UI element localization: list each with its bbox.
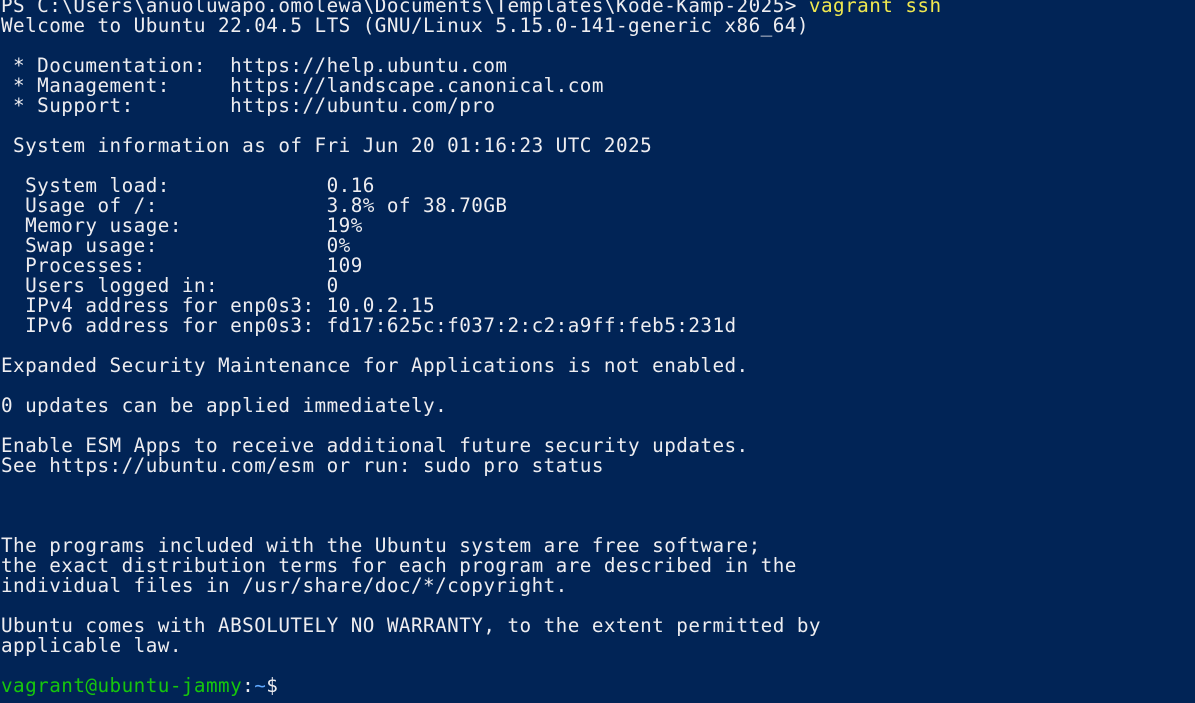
terminal-window[interactable]: PS C:\Users\anuoluwapo.omolewa\Documents… <box>0 0 1195 703</box>
shell-prompt-line[interactable]: vagrant@ubuntu-jammy:~$ <box>1 676 942 696</box>
license-message: the exact distribution terms for each pr… <box>1 554 797 577</box>
documentation-link-line: * Documentation: https://help.ubuntu.com <box>1 54 508 77</box>
sysinfo-row: System load: 0.16 <box>1 174 375 197</box>
license-message: individual files in /usr/share/doc/*/cop… <box>1 574 568 597</box>
warranty-message: applicable law. <box>1 634 182 657</box>
sysinfo-row: Swap usage: 0% <box>1 234 351 257</box>
terminal-output: PS C:\Users\anuoluwapo.omolewa\Documents… <box>1 0 942 696</box>
sysinfo-row: Memory usage: 19% <box>1 214 363 237</box>
prompt-symbol: $ <box>266 674 291 697</box>
esm-apps-message: See https://ubuntu.com/esm or run: sudo … <box>1 454 604 477</box>
sysinfo-row: Usage of /: 3.8% of 38.70GB <box>1 194 508 217</box>
welcome-message: Welcome to Ubuntu 22.04.5 LTS (GNU/Linux… <box>1 14 809 37</box>
support-link-line: * Support: https://ubuntu.com/pro <box>1 94 496 117</box>
sysinfo-row: IPv4 address for enp0s3: 10.0.2.15 <box>1 294 436 317</box>
sysinfo-row: IPv6 address for enp0s3: fd17:625c:f037:… <box>1 314 737 337</box>
sysinfo-row: Processes: 109 <box>1 254 363 277</box>
esm-message: Expanded Security Maintenance for Applic… <box>1 354 749 377</box>
warranty-message: Ubuntu comes with ABSOLUTELY NO WARRANTY… <box>1 614 821 637</box>
license-message: The programs included with the Ubuntu sy… <box>1 534 761 557</box>
powershell-command: vagrant ssh <box>808 0 942 17</box>
management-link-line: * Management: https://landscape.canonica… <box>1 74 604 97</box>
prompt-path: ~ <box>254 674 267 697</box>
esm-apps-message: Enable ESM Apps to receive additional fu… <box>1 434 749 457</box>
sysinfo-heading: System information as of Fri Jun 20 01:1… <box>1 134 653 157</box>
prompt-colon: : <box>242 674 255 697</box>
sysinfo-row: Users logged in: 0 <box>1 274 339 297</box>
updates-message: 0 updates can be applied immediately. <box>1 394 448 417</box>
prompt-user-host: vagrant@ubuntu-jammy <box>1 674 243 697</box>
